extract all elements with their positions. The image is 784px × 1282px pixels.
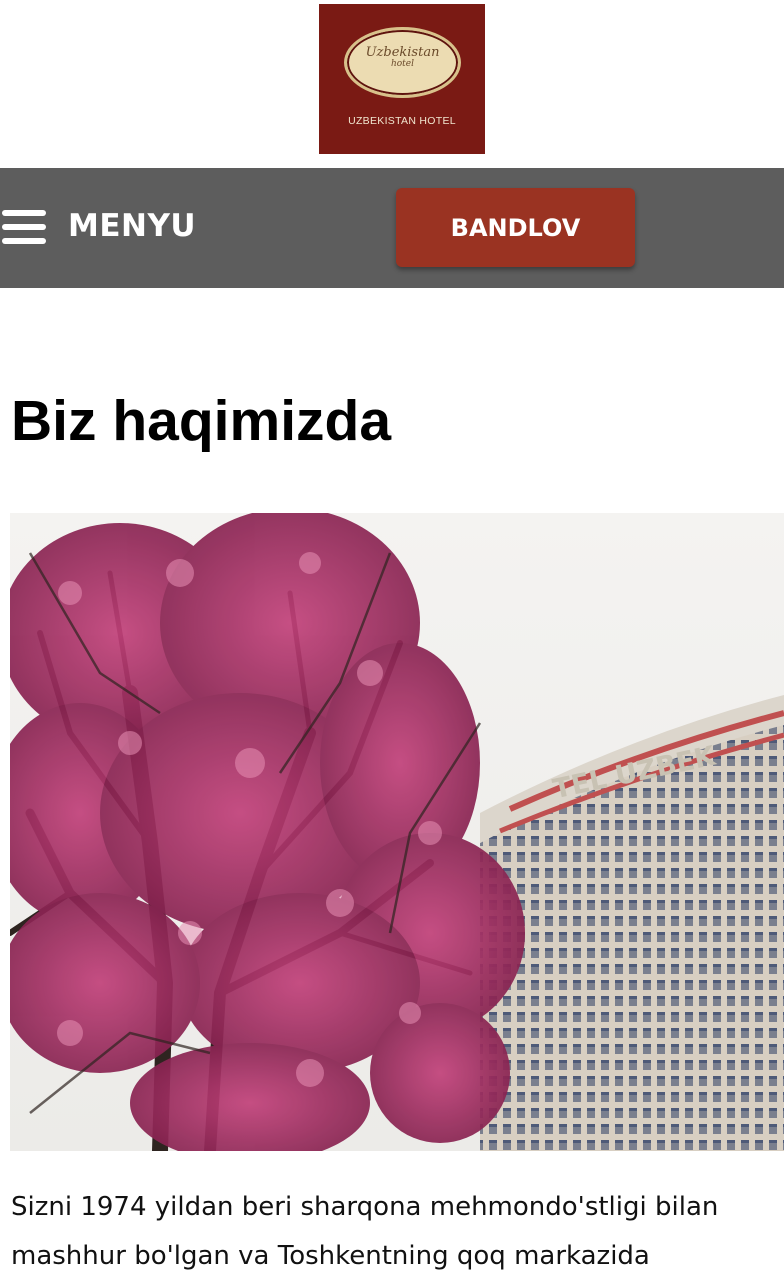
logo-oval: Uzbekistan hotel	[344, 27, 461, 98]
hero-image: TEL UZBEK	[10, 513, 784, 1151]
menu-button[interactable]: MENYU	[68, 208, 196, 244]
page-title: Biz haqimizda	[11, 389, 392, 453]
intro-paragraph: Sizni 1974 yildan beri sharqona mehmondo…	[11, 1192, 719, 1271]
booking-button[interactable]: BANDLOV	[396, 188, 635, 267]
logo-oval-line1: Uzbekistan	[365, 45, 440, 60]
hotel-logo[interactable]: Uzbekistan hotel UZBEKISTAN HOTEL	[319, 4, 485, 154]
logo-caption: UZBEKISTAN HOTEL	[348, 115, 456, 127]
logo-oval-line2: hotel	[390, 59, 415, 69]
navigation-bar: MENYU BANDLOV	[0, 168, 784, 288]
hamburger-icon[interactable]	[2, 210, 46, 244]
